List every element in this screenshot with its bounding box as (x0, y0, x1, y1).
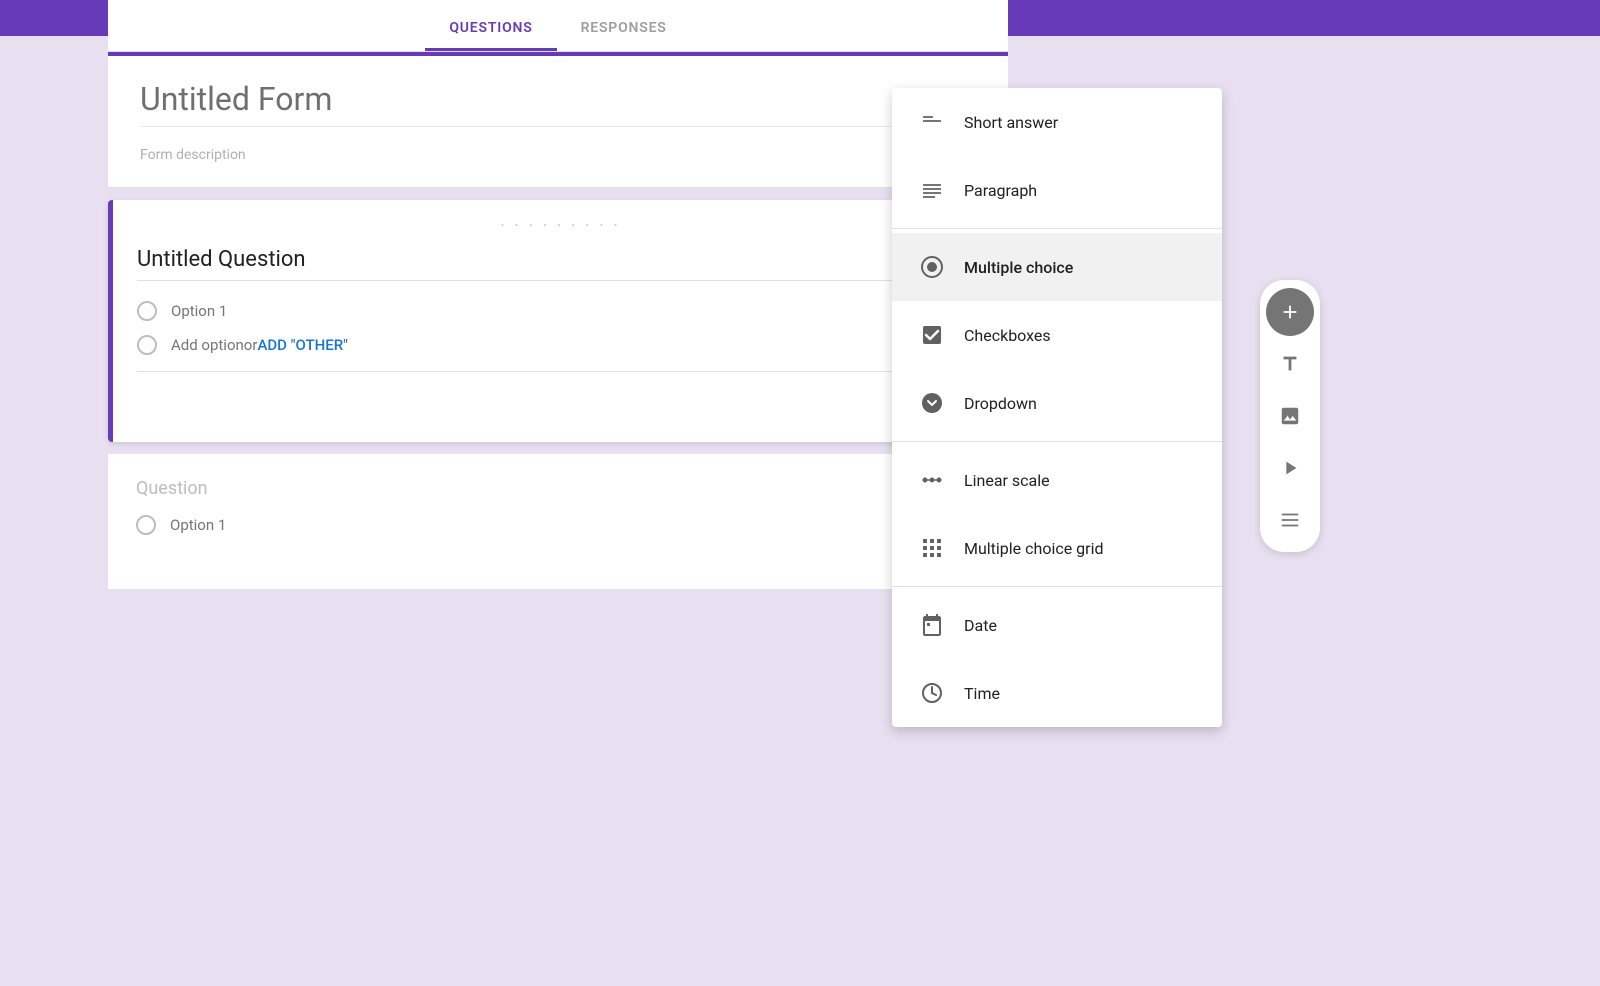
menu-divider-1 (892, 228, 1222, 229)
question-footer (137, 371, 984, 422)
form-title[interactable]: Untitled Form (140, 80, 976, 127)
menu-label-multiple-choice-grid: Multiple choice grid (964, 539, 1103, 558)
menu-label-paragraph: Paragraph (964, 181, 1037, 200)
menu-item-multiple-choice-grid[interactable]: Multiple choice grid (892, 514, 1222, 582)
menu-label-multiple-choice: Multiple choice (964, 258, 1073, 277)
drag-handle: · · · · · · · · · (137, 216, 984, 235)
question-type-dropdown: Short answer Paragraph Multiple choice (892, 88, 1222, 727)
date-icon (912, 605, 952, 645)
menu-label-short-answer: Short answer (964, 113, 1058, 132)
add-image-button[interactable] (1266, 392, 1314, 440)
option-row-1: Option 1 (137, 301, 984, 321)
menu-item-paragraph[interactable]: Paragraph (892, 156, 1222, 224)
linear-scale-icon (912, 460, 952, 500)
radio-circle-2 (136, 515, 156, 535)
menu-label-date: Date (964, 616, 997, 635)
menu-item-time[interactable]: Time (892, 659, 1222, 727)
add-question-button[interactable] (1266, 288, 1314, 336)
menu-item-multiple-choice[interactable]: Multiple choice (892, 233, 1222, 301)
menu-divider-3 (892, 586, 1222, 587)
question-card-2: Question Option 1 (108, 454, 1008, 589)
add-option-row[interactable]: Add option or ADD "OTHER" (137, 335, 984, 355)
form-title-area: Untitled Form Form description (108, 52, 1008, 187)
add-option-or: or (244, 336, 258, 354)
question-card-1: · · · · · · · · · Untitled Question Opti… (108, 200, 1008, 442)
form-description[interactable]: Form description (140, 139, 976, 171)
option-row-2: Option 1 (136, 515, 980, 535)
menu-label-checkboxes: Checkboxes (964, 326, 1051, 345)
form-card: QUESTIONS RESPONSES Untitled Form Form d… (108, 0, 1008, 589)
time-icon (912, 673, 952, 713)
menu-item-checkboxes[interactable]: Checkboxes (892, 301, 1222, 369)
add-other-link[interactable]: ADD "OTHER" (257, 336, 348, 354)
question-title-2[interactable]: Question (136, 478, 980, 499)
menu-divider-2 (892, 441, 1222, 442)
checkboxes-icon (912, 315, 952, 355)
question-title-1[interactable]: Untitled Question (137, 247, 984, 281)
multiple-choice-icon (912, 247, 952, 287)
menu-item-date[interactable]: Date (892, 591, 1222, 659)
menu-label-linear-scale: Linear scale (964, 471, 1050, 490)
menu-label-dropdown: Dropdown (964, 394, 1037, 413)
add-section-button[interactable] (1266, 496, 1314, 544)
radio-circle-add (137, 335, 157, 355)
option-2-label: Option 1 (170, 516, 226, 534)
menu-label-time: Time (964, 684, 1000, 703)
tab-responses[interactable]: RESPONSES (557, 8, 691, 51)
radio-circle-1 (137, 301, 157, 321)
add-video-button[interactable] (1266, 444, 1314, 492)
add-option-text: Add option (171, 336, 244, 354)
add-title-button[interactable] (1266, 340, 1314, 388)
option-1-label: Option 1 (171, 302, 227, 320)
menu-item-dropdown[interactable]: Dropdown (892, 369, 1222, 437)
divider-1 (108, 187, 1008, 188)
menu-item-linear-scale[interactable]: Linear scale (892, 446, 1222, 514)
dropdown-icon (912, 383, 952, 423)
tab-questions[interactable]: QUESTIONS (425, 8, 556, 51)
paragraph-icon (912, 170, 952, 210)
menu-item-short-answer[interactable]: Short answer (892, 88, 1222, 156)
right-sidebar (1260, 280, 1320, 552)
multiple-choice-grid-icon (912, 528, 952, 568)
short-answer-icon (912, 102, 952, 142)
tabs-row: QUESTIONS RESPONSES (108, 0, 1008, 52)
